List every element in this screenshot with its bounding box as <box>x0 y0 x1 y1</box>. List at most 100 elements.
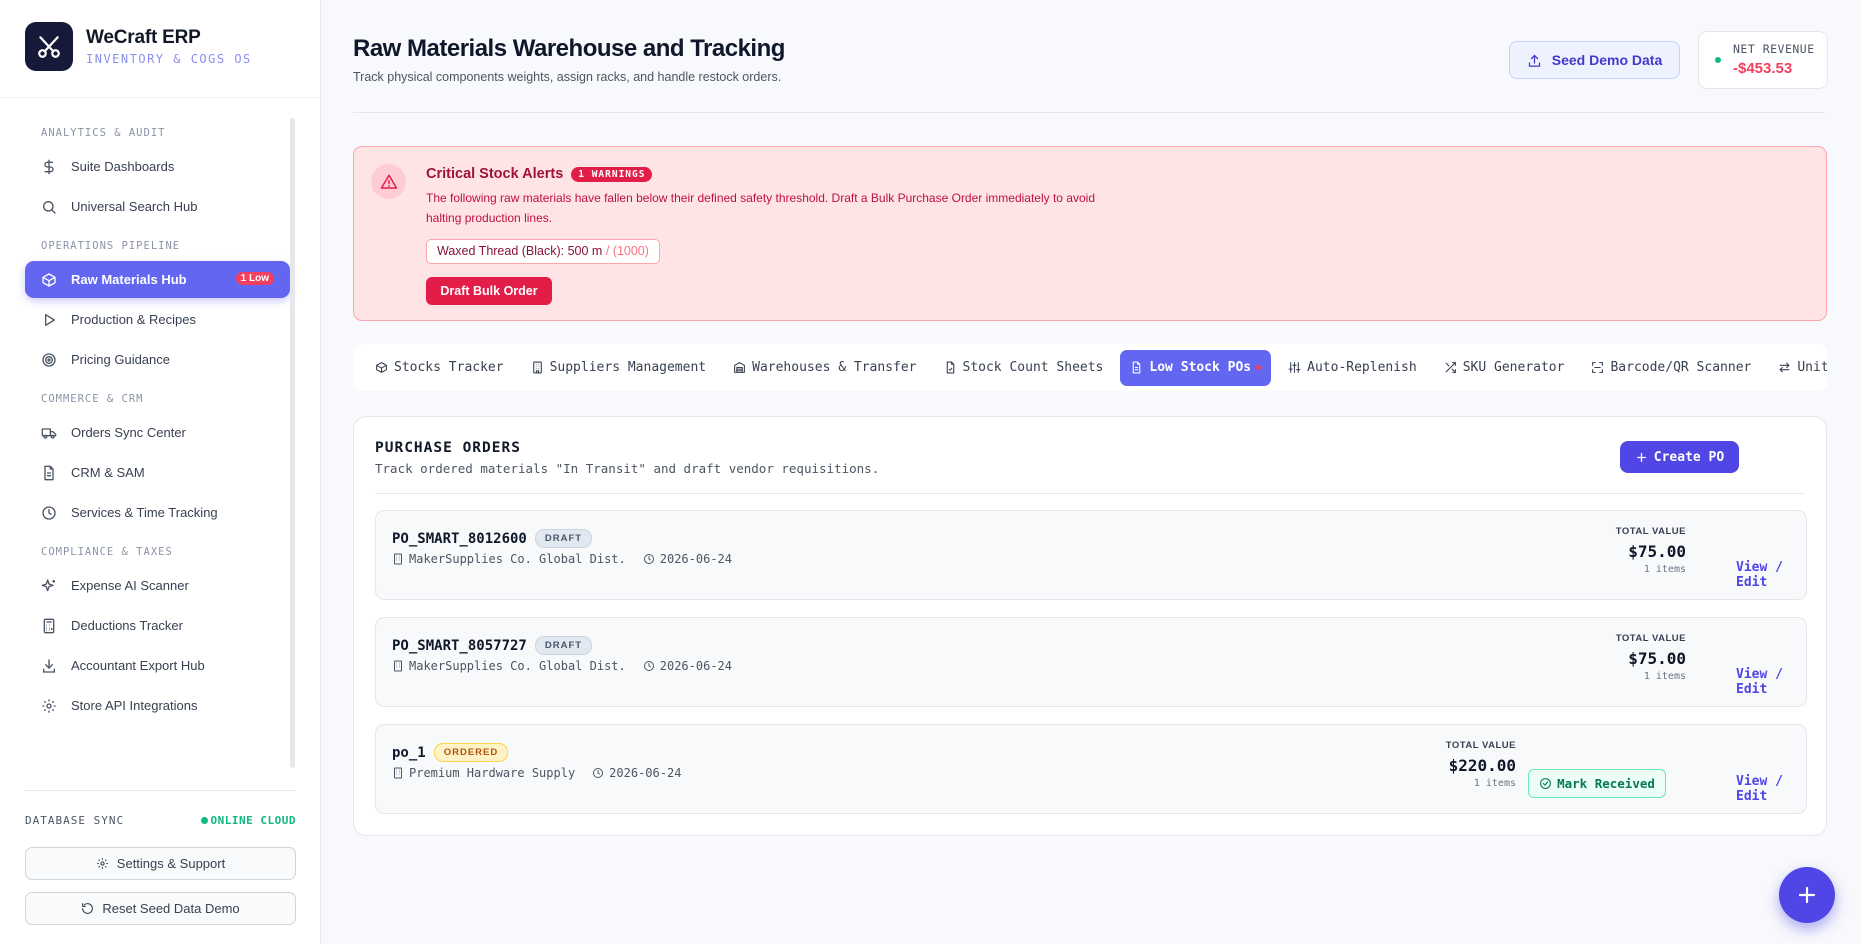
seed-demo-data-label: Seed Demo Data <box>1551 52 1663 68</box>
low-stock-item-chip[interactable]: Waxed Thread (Black): 500 m / (1000) <box>426 239 660 264</box>
divider <box>0 97 320 98</box>
sidebar-item-services-time[interactable]: Services & Time Tracking <box>25 494 290 531</box>
truck-icon <box>41 425 57 441</box>
sidebar-item-accountant-export[interactable]: Accountant Export Hub <box>25 647 290 684</box>
file-text-icon <box>1130 361 1143 374</box>
tab-stocks-tracker[interactable]: Stocks Tracker <box>365 350 514 386</box>
po-supplier: Premium Hardware Supply <box>409 766 576 780</box>
po-row: PO_SMART_8057727 DRAFT MakerSupplies Co.… <box>375 617 1807 707</box>
sidebar-item-suite-dashboards[interactable]: Suite Dashboards <box>25 148 290 185</box>
sidebar-item-orders-sync[interactable]: Orders Sync Center <box>25 414 290 451</box>
sidebar-item-store-api[interactable]: Store API Integrations <box>25 687 290 724</box>
shuffle-icon <box>1444 361 1457 374</box>
clock-icon <box>643 660 655 672</box>
po-id-text: PO_SMART_8012600 <box>392 530 527 547</box>
brand-subtitle: INVENTORY & COGS OS <box>86 52 252 66</box>
cube-icon <box>375 361 388 374</box>
tab-label: Auto-Replenish <box>1307 360 1417 375</box>
settings-support-button[interactable]: Settings & Support <box>25 847 296 880</box>
plus-icon <box>1795 883 1819 907</box>
view-edit-link[interactable]: View / Edit <box>1736 560 1806 590</box>
sidebar-nav: ANALYTICS & AUDIT Suite Dashboards Unive… <box>25 118 290 727</box>
mark-received-button[interactable]: Mark Received <box>1528 769 1666 798</box>
low-stock-item-name: Waxed Thread (Black): 500 m <box>437 244 603 258</box>
po-total-items: 1 items <box>1473 778 1516 789</box>
reset-seed-label: Reset Seed Data Demo <box>102 901 240 916</box>
sidebar-item-expense-ai[interactable]: Expense AI Scanner <box>25 567 290 604</box>
tab-barcode-qr-scanner[interactable]: Barcode/QR Scanner <box>1581 350 1761 386</box>
purchase-orders-subtitle: Track ordered materials "In Transit" and… <box>375 461 880 476</box>
po-total-value: $220.00 <box>1448 756 1516 775</box>
po-total-items: 1 items <box>1643 671 1686 682</box>
sidebar: WeCraft ERP INVENTORY & COGS OS ANALYTIC… <box>0 0 321 944</box>
po-id: PO_SMART_8012600 DRAFT <box>392 529 593 548</box>
main-content: Raw Materials Warehouse and Tracking Tra… <box>321 0 1861 944</box>
nav-section-title: ANALYTICS & AUDIT <box>41 127 166 139</box>
purchase-orders-panel: PURCHASE ORDERS Track ordered materials … <box>353 416 1827 836</box>
db-sync-status: ONLINE CLOUD <box>200 813 296 827</box>
building-icon <box>392 660 404 672</box>
scissors-logo-icon <box>25 22 73 71</box>
view-edit-link[interactable]: View / Edit <box>1736 667 1806 697</box>
sidebar-item-pricing-guidance[interactable]: Pricing Guidance <box>25 341 290 378</box>
sidebar-item-crm-sam[interactable]: CRM & SAM <box>25 454 290 491</box>
tab-label: Warehouses & Transfer <box>752 360 917 375</box>
critical-stock-alert: Critical Stock Alerts 1 WARNINGS The fol… <box>353 146 1827 321</box>
tab-label: Unit Converter <box>1797 360 1827 375</box>
seed-demo-data-button[interactable]: Seed Demo Data <box>1509 41 1680 79</box>
tab-auto-replenish[interactable]: Auto-Replenish <box>1278 350 1427 386</box>
draft-bulk-order-button[interactable]: Draft Bulk Order <box>426 277 552 305</box>
tab-sku-generator[interactable]: SKU Generator <box>1434 350 1575 386</box>
scan-icon <box>1591 361 1604 374</box>
po-meta: Premium Hardware Supply 2026-06-24 <box>392 766 681 780</box>
gear-icon <box>96 857 109 870</box>
create-po-button[interactable]: Create PO <box>1620 441 1739 473</box>
view-edit-link[interactable]: View / Edit <box>1736 774 1806 804</box>
po-id-text: PO_SMART_8057727 <box>392 637 527 654</box>
tab-warehouses-transfer[interactable]: Warehouses & Transfer <box>723 350 926 386</box>
sidebar-item-label: Raw Materials Hub <box>71 272 187 287</box>
download-icon <box>41 658 57 674</box>
reset-seed-button[interactable]: Reset Seed Data Demo <box>25 892 296 925</box>
page-title: Raw Materials Warehouse and Tracking <box>353 35 785 62</box>
gear-icon <box>41 698 57 714</box>
sidebar-item-label: Orders Sync Center <box>71 425 186 440</box>
po-total-items: 1 items <box>1643 564 1686 575</box>
sidebar-item-label: Store API Integrations <box>71 698 198 713</box>
notification-dot-icon <box>1256 365 1262 370</box>
po-id: po_1 ORDERED <box>392 743 509 762</box>
tab-stock-count-sheets[interactable]: Stock Count Sheets <box>934 350 1114 386</box>
sidebar-item-production-recipes[interactable]: Production & Recipes <box>25 301 290 338</box>
low-stock-badge: 1 Low <box>235 272 274 285</box>
check-circle-icon <box>1539 777 1552 790</box>
po-total: TOTAL VALUE $75.00 1 items <box>1596 526 1686 575</box>
tab-label: Suppliers Management <box>549 360 707 375</box>
db-sync-label: DATABASE SYNC <box>25 813 125 827</box>
page-subtitle: Track physical components weights, assig… <box>353 70 782 84</box>
sliders-icon <box>1288 361 1301 374</box>
building-icon <box>392 767 404 779</box>
sidebar-item-deductions[interactable]: Deductions Tracker <box>25 607 290 644</box>
po-total-value: $75.00 <box>1628 542 1686 561</box>
clock-icon <box>592 767 604 779</box>
nav-section-title: OPERATIONS PIPELINE <box>41 240 181 252</box>
sidebar-item-label: Services & Time Tracking <box>71 505 218 520</box>
tab-unit-converter[interactable]: Unit Converter <box>1768 350 1827 386</box>
po-total: TOTAL VALUE $220.00 1 items <box>1416 740 1516 789</box>
sidebar-item-raw-materials-hub[interactable]: Raw Materials Hub 1 Low <box>25 261 290 298</box>
purchase-orders-title: PURCHASE ORDERS <box>375 440 521 456</box>
sidebar-item-universal-search[interactable]: Universal Search Hub <box>25 188 290 225</box>
sidebar-item-label: Accountant Export Hub <box>71 658 205 673</box>
db-sync-status-text: ONLINE CLOUD <box>210 813 296 827</box>
tab-label: Stocks Tracker <box>394 360 504 375</box>
tab-low-stock-pos[interactable]: Low Stock POs <box>1120 349 1272 386</box>
floating-add-button[interactable] <box>1779 867 1835 923</box>
plus-icon <box>1635 451 1648 464</box>
tab-suppliers-management[interactable]: Suppliers Management <box>521 350 717 386</box>
po-total-label: TOTAL VALUE <box>1615 633 1686 644</box>
brand[interactable]: WeCraft ERP INVENTORY & COGS OS <box>25 22 252 71</box>
raw-materials-tabs: Stocks Tracker Suppliers Management Ware… <box>353 344 1827 391</box>
mark-received-label: Mark Received <box>1557 776 1655 791</box>
status-dot-icon <box>200 816 208 824</box>
sidebar-scrollbar[interactable] <box>290 118 295 768</box>
